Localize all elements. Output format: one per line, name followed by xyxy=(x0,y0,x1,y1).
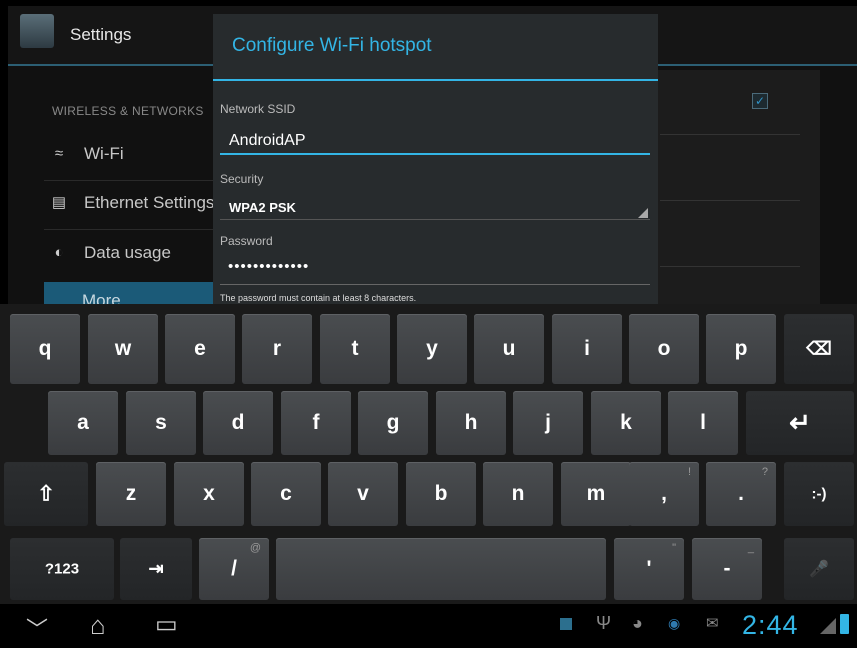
key-dash[interactable]: _ - xyxy=(692,538,762,600)
backspace-key[interactable]: ⌫ xyxy=(784,314,854,384)
ethernet-icon: ▤ xyxy=(51,194,67,211)
key-z[interactable]: z xyxy=(96,462,166,526)
key-m[interactable]: m xyxy=(561,462,631,526)
key-g[interactable]: g xyxy=(358,391,428,455)
settings-app-icon[interactable] xyxy=(20,14,54,48)
settings-item-ethernet[interactable]: Ethernet Settings xyxy=(84,193,214,213)
key-r[interactable]: r xyxy=(242,314,312,384)
smiley-key[interactable]: :-) xyxy=(784,462,854,526)
enter-key[interactable]: ↵ xyxy=(746,391,854,455)
clock: 2:44 xyxy=(742,610,799,640)
security-label: Security xyxy=(220,172,264,186)
usb-icon: Ψ xyxy=(596,613,612,633)
key-l[interactable]: l xyxy=(668,391,738,455)
ssid-label: Network SSID xyxy=(220,102,296,116)
security-underline xyxy=(220,219,650,220)
ssid-input[interactable]: AndroidAP xyxy=(229,132,306,150)
tab-key[interactable]: ⇥ xyxy=(120,538,192,600)
key-f[interactable]: f xyxy=(281,391,351,455)
divider xyxy=(660,134,800,135)
key-a[interactable]: a xyxy=(48,391,118,455)
mic-key[interactable]: 🎤 xyxy=(784,538,854,600)
key-h[interactable]: h xyxy=(436,391,506,455)
symbols-key[interactable]: ?123 xyxy=(10,538,114,600)
key-u[interactable]: u xyxy=(474,314,544,384)
settings-item-wifi[interactable]: Wi-Fi xyxy=(84,144,124,164)
key-j[interactable]: j xyxy=(513,391,583,455)
key-p[interactable]: p xyxy=(706,314,776,384)
key-d[interactable]: d xyxy=(203,391,273,455)
detail-pane xyxy=(650,70,820,310)
key-x[interactable]: x xyxy=(174,462,244,526)
backspace-icon: ⌫ xyxy=(806,338,832,359)
data-usage-icon: ◐ xyxy=(54,244,64,261)
space-key[interactable] xyxy=(276,538,606,600)
password-underline xyxy=(220,284,650,285)
divider xyxy=(44,229,214,230)
dialog-title-divider xyxy=(213,79,658,81)
ssid-underline xyxy=(220,153,650,155)
password-input[interactable]: ••••••••••••• xyxy=(228,258,309,275)
key-i[interactable]: i xyxy=(552,314,622,384)
divider xyxy=(660,200,800,201)
recents-button[interactable]: ▭ xyxy=(155,610,178,639)
enter-icon: ↵ xyxy=(789,407,811,438)
hotspot-checkbox[interactable]: ✓ xyxy=(752,93,768,109)
sync-icon: ◉ xyxy=(668,615,681,631)
settings-item-data-usage[interactable]: Data usage xyxy=(84,243,171,263)
section-header: WIRELESS & NETWORKS xyxy=(52,104,204,118)
key-period[interactable]: ?. xyxy=(706,462,776,526)
key-o[interactable]: o xyxy=(629,314,699,384)
key-y[interactable]: y xyxy=(397,314,467,384)
wifi-icon: ≈ xyxy=(54,145,64,162)
shift-icon: ⇧ xyxy=(37,482,55,506)
key-t[interactable]: t xyxy=(320,314,390,384)
key-c[interactable]: c xyxy=(251,462,321,526)
divider xyxy=(44,180,214,181)
android-debug-icon: ◕ xyxy=(632,613,643,633)
key-v[interactable]: v xyxy=(328,462,398,526)
key-s[interactable]: s xyxy=(126,391,196,455)
key-b[interactable]: b xyxy=(406,462,476,526)
key-comma[interactable]: !, xyxy=(629,462,699,526)
battery-icon xyxy=(840,614,849,634)
key-slash[interactable]: @ / xyxy=(199,538,269,600)
tab-icon: ⇥ xyxy=(148,558,164,579)
system-nav-bar xyxy=(0,604,857,648)
key-e[interactable]: e xyxy=(165,314,235,384)
shift-key[interactable]: ⇧ xyxy=(4,462,88,526)
dropdown-corner-icon xyxy=(638,208,648,218)
password-hint: The password must contain at least 8 cha… xyxy=(220,293,417,303)
gmail-icon: ✉ xyxy=(706,615,719,632)
key-k[interactable]: k xyxy=(591,391,661,455)
key-apostrophe[interactable]: " ' xyxy=(614,538,684,600)
key-q[interactable]: q xyxy=(10,314,80,384)
divider xyxy=(660,266,800,267)
microphone-icon: 🎤 xyxy=(809,561,829,578)
dialog-title: Configure Wi-Fi hotspot xyxy=(232,35,432,56)
key-w[interactable]: w xyxy=(88,314,158,384)
back-button[interactable]: ﹀ xyxy=(26,612,48,644)
key-n[interactable]: n xyxy=(483,462,553,526)
password-label: Password xyxy=(220,234,273,248)
home-button[interactable]: ⌂ xyxy=(90,610,106,641)
signal-icon xyxy=(820,618,836,634)
app-title: Settings xyxy=(70,25,132,44)
notification-icon xyxy=(560,618,572,630)
security-select[interactable]: WPA2 PSK xyxy=(229,200,296,215)
